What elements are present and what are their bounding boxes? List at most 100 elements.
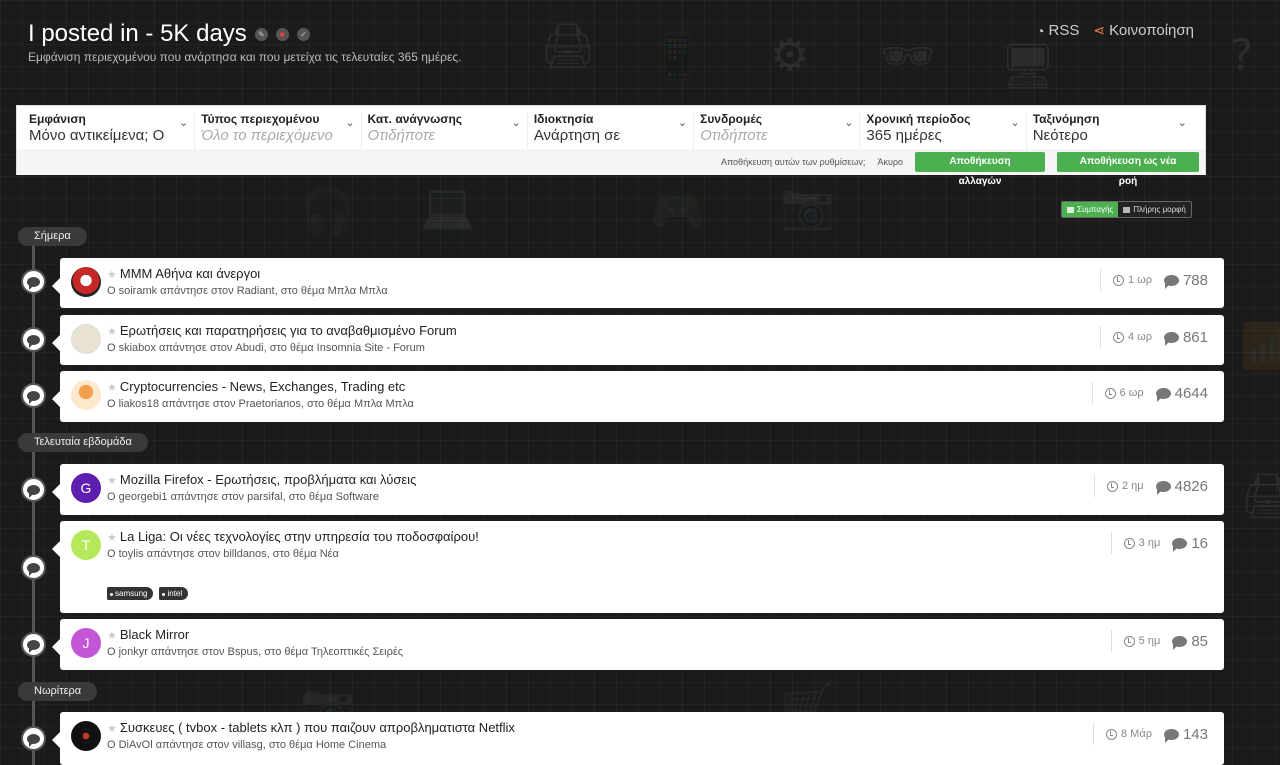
stream-item[interactable]: G ★ Mozilla Firefox - Ερωτήσεις, προβλήμα… <box>52 464 1224 515</box>
share-link[interactable]: ⋖ Κοινοποίηση <box>1093 22 1194 39</box>
chevron-down-icon: ⌄ <box>179 117 189 129</box>
stream-item[interactable]: ★ Ερωτήσεις και παρατηρήσεις για το αναβα… <box>52 315 1224 365</box>
view-expanded-label: Πλήρης μορφή <box>1133 205 1186 214</box>
share-icon: ⋖ <box>1093 22 1106 38</box>
filter-ownership[interactable]: Ιδιοκτησία Ανάρτηση σε ⌄ <box>528 112 695 149</box>
item-replies-count: 143 <box>1182 725 1208 743</box>
star-icon[interactable]: ★ <box>107 475 117 487</box>
item-time-text: 2 ημ <box>1121 480 1144 492</box>
item-title[interactable]: ★ Ερωτήσεις και παρατηρήσεις για το αναβα… <box>107 323 457 338</box>
filter-content-type[interactable]: Τύπος περιεχομένου Όλο το περιεχόμενο ⌄ <box>195 112 362 149</box>
check-icon[interactable]: ✓ <box>296 27 310 41</box>
avatar[interactable] <box>71 721 101 751</box>
filter-value: Ανάρτηση σε <box>533 127 621 144</box>
avatar[interactable] <box>71 380 101 410</box>
filter-time-period[interactable]: Χρονική περίοδος 365 ημέρες ⌄ <box>860 112 1027 149</box>
view-condensed-label: Συμπαγής <box>1077 205 1114 214</box>
item-title[interactable]: ★ Mozilla Firefox - Ερωτήσεις, προβλήματα… <box>107 472 416 487</box>
filter-label: Τύπος περιεχομένου <box>201 112 320 126</box>
comment-icon <box>27 562 40 573</box>
comment-icon <box>27 733 40 744</box>
item-meta: Ο DiAvOl απάντησε στον villasg, στο θέμα… <box>107 739 387 751</box>
item-title[interactable]: ★ Συσκευες ( tvbox - tablets κλπ ) που πα… <box>107 720 515 735</box>
timeline-node <box>21 269 46 294</box>
cancel-link[interactable]: Άκυρο <box>877 157 903 167</box>
avatar[interactable] <box>71 267 101 297</box>
star-icon[interactable]: ★ <box>107 723 117 735</box>
chevron-down-icon: ⌄ <box>844 117 854 129</box>
filter-value: Μόνο αντικείμενα; Ο <box>29 127 165 144</box>
star-icon[interactable]: ★ <box>107 630 117 642</box>
item-title-text: Black Mirror <box>119 627 190 642</box>
item-stats: 6 ωρ 4644 <box>1091 382 1208 404</box>
clock-icon <box>1104 387 1116 399</box>
view-condensed-button[interactable]: Συμπαγής <box>1062 202 1119 217</box>
background-decoration: 🕶 <box>880 31 936 82</box>
comment-icon <box>27 334 40 345</box>
view-expanded-button[interactable]: Πλήρης μορφή <box>1118 202 1191 217</box>
filter-sort[interactable]: Ταξινόμηση Νεότερο ⌄ <box>1027 112 1193 149</box>
background-decoration: 💻 <box>420 181 475 232</box>
item-replies: 788 <box>1163 272 1208 289</box>
item-title-text: Cryptocurrencies - News, Exchanges, Trad… <box>119 379 406 394</box>
item-stats: 2 ημ 4826 <box>1093 475 1208 497</box>
comment-icon <box>27 276 40 287</box>
section-label-earlier: Νωρίτερα <box>18 682 98 701</box>
item-time: 2 ημ <box>1106 480 1144 492</box>
item-time-text: 5 ημ <box>1138 635 1161 647</box>
background-decoration: 🖨 <box>540 21 596 72</box>
page-title-text: I posted in - 5K days <box>28 20 247 47</box>
star-icon[interactable]: ★ <box>107 269 117 281</box>
item-time: 6 ωρ <box>1104 387 1144 399</box>
avatar[interactable]: J <box>71 628 101 658</box>
avatar[interactable]: T <box>71 530 101 560</box>
background-decoration: 📱 <box>650 31 705 82</box>
save-new-stream-button[interactable]: Αποθήκευση ως νέα ροή <box>1057 152 1199 187</box>
filter-subscriptions[interactable]: Συνδρομές Οτιδήποτε ⌄ <box>694 112 861 149</box>
stream-item[interactable]: J ★ Black Mirror Ο jonkyr απάντησε στον B… <box>52 619 1224 670</box>
item-stats: 5 ημ 85 <box>1110 630 1208 652</box>
stream-item[interactable]: T ★ La Liga: Οι νέες τεχνολογίες στην υπη… <box>52 521 1224 613</box>
item-title[interactable]: ★ Black Mirror <box>107 627 189 642</box>
grid-icon <box>1123 206 1131 213</box>
star-icon[interactable]: ★ <box>107 326 117 338</box>
star-icon[interactable]: ★ <box>107 532 117 544</box>
item-meta: Ο soiramk απάντησε στον Radiant, στο θέμ… <box>107 285 388 297</box>
item-replies: 4826 <box>1155 478 1208 495</box>
item-title[interactable]: ★ Cryptocurrencies - News, Exchanges, Tra… <box>107 379 405 394</box>
edit-icon[interactable]: ✎ <box>254 27 268 41</box>
item-replies-count: 16 <box>1191 534 1208 552</box>
item-meta: Ο toylis απάντησε στον billdanos, στο θέ… <box>107 548 339 560</box>
item-replies-count: 861 <box>1182 328 1208 346</box>
item-replies: 85 <box>1172 633 1208 650</box>
filter-read-status[interactable]: Κατ. ανάγνωσης Οτιδήποτε ⌄ <box>362 112 528 149</box>
rss-label: RSS <box>1048 22 1080 39</box>
item-replies: 4644 <box>1155 385 1208 402</box>
item-title[interactable]: ★ ΜΜΜ Αθήνα και άνεργοι <box>107 266 260 281</box>
background-decoration: ⚙ <box>770 30 810 81</box>
rss-link[interactable]: ◔ RSS <box>1036 22 1079 39</box>
filter-value: Νεότερο <box>1032 127 1088 144</box>
item-time-text: 4 ωρ <box>1127 331 1152 343</box>
filter-value: Όλο το περιεχόμενο <box>201 127 333 144</box>
stream-item[interactable]: ★ Συσκευες ( tvbox - tablets κλπ ) που πα… <box>52 712 1224 765</box>
item-time-text: 1 ωρ <box>1127 274 1152 286</box>
comment-icon <box>1163 728 1179 743</box>
filter-label: Ιδιοκτησία <box>533 112 594 126</box>
save-changes-button[interactable]: Αποθήκευση αλλαγών <box>915 152 1045 187</box>
star-icon[interactable]: ★ <box>107 382 117 394</box>
tag[interactable]: intel <box>159 587 189 600</box>
filter-bar: Εμφάνιση Μόνο αντικείμενα; Ο ⌄ Τύπος περ… <box>16 105 1206 187</box>
stream-item[interactable]: ★ ΜΜΜ Αθήνα και άνεργοι Ο soiramk απάντησ… <box>52 258 1224 308</box>
avatar[interactable] <box>71 324 101 354</box>
rss-icon: ◔ <box>1036 22 1045 39</box>
filter-show[interactable]: Εμφάνιση Μόνο αντικείμενα; Ο ⌄ <box>29 112 196 149</box>
avatar[interactable]: G <box>71 473 101 503</box>
delete-icon[interactable]: ■ <box>275 27 289 41</box>
tag[interactable]: samsung <box>107 587 154 600</box>
stream-item[interactable]: ★ Cryptocurrencies - News, Exchanges, Tra… <box>52 371 1224 422</box>
item-meta: Ο skiabox απάντησε στον Abudi, στο θέμα … <box>107 342 425 354</box>
item-title[interactable]: ★ La Liga: Οι νέες τεχνολογίες στην υπηρε… <box>107 529 479 544</box>
item-title-text: Συσκευες ( tvbox - tablets κλπ ) που παι… <box>119 720 515 735</box>
timeline-node <box>21 477 46 502</box>
